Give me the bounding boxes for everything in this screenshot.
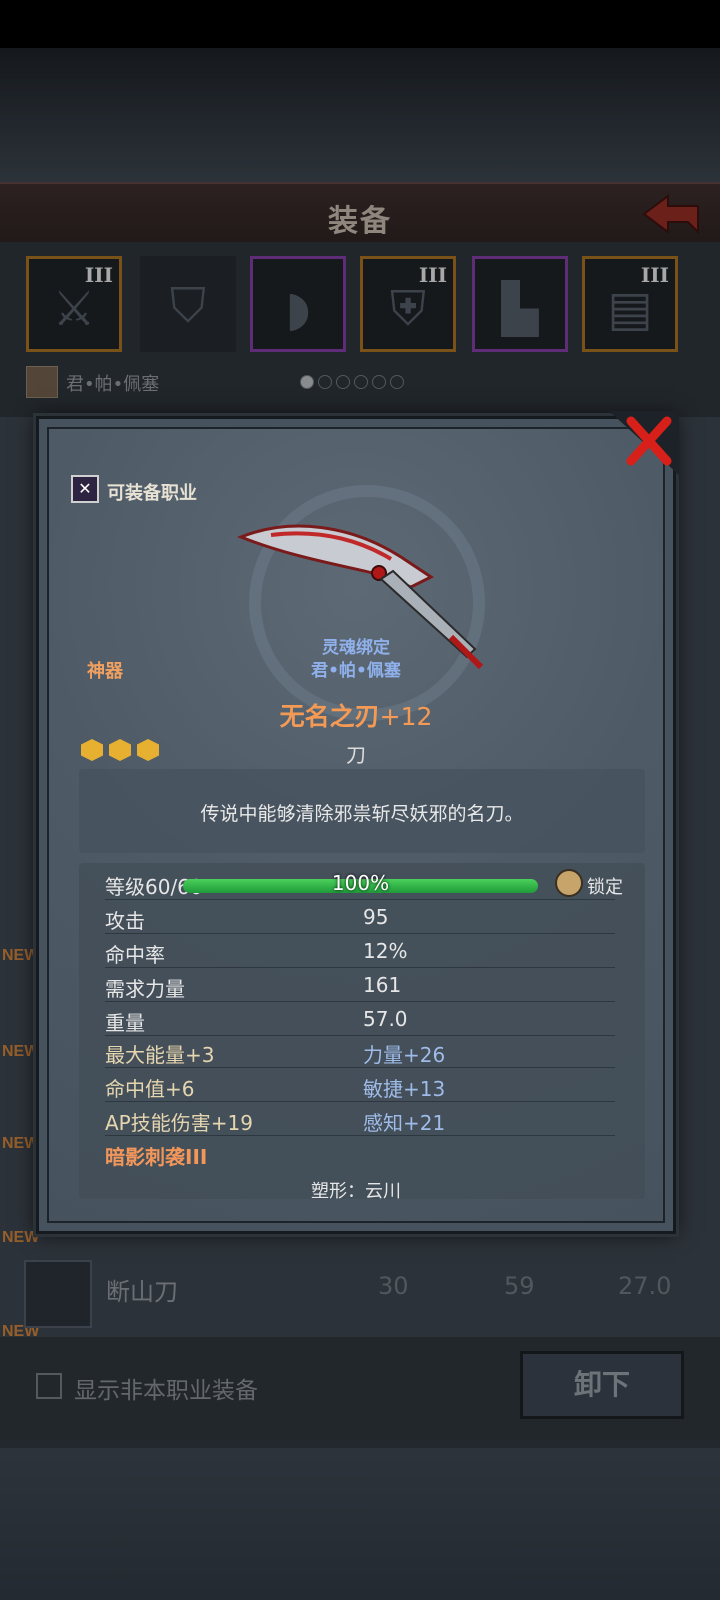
bonus-stat: AP技能伤害+19 — [105, 1111, 253, 1135]
class-label: 可装备职业 — [107, 483, 197, 504]
stat-label: 需求力量 — [105, 977, 185, 1001]
divider — [105, 1001, 615, 1002]
weapon-type: 刀 — [346, 743, 366, 767]
divider — [105, 967, 615, 968]
skill-name: 暗影刺袭III — [105, 1145, 208, 1169]
bonus-stat: 感知+21 — [363, 1111, 446, 1135]
divider — [105, 1035, 615, 1036]
bonus-stat: 力量+26 — [363, 1043, 446, 1067]
stat-value: 12% — [363, 939, 408, 963]
bound-character: 君•帕•佩塞 — [311, 661, 401, 681]
item-name: 无名之刃 — [279, 702, 380, 731]
soulbound-label: 灵魂绑定 — [322, 638, 390, 658]
class-icon[interactable]: ✕ — [71, 475, 99, 503]
stat-label: 攻击 — [105, 909, 145, 933]
description-box: 传说中能够清除邪祟斩尽妖邪的名刀。 — [79, 769, 645, 853]
lock-icon[interactable] — [555, 869, 583, 897]
description: 传说中能够清除邪祟斩尽妖邪的名刀。 — [200, 803, 524, 825]
popup-panel: ✕ 可装备职业 神器 灵魂绑定 君•帕•佩塞 无名之刃+12 刀 传说中能够清除… — [47, 427, 665, 1223]
background-bottom — [0, 1440, 720, 1600]
bonus-stat: 最大能量+3 — [105, 1043, 215, 1067]
item-enhance: +12 — [379, 702, 433, 731]
stat-value: 161 — [363, 973, 402, 997]
divider — [105, 1101, 615, 1102]
bonus-stat: 命中值+6 — [105, 1077, 195, 1101]
stat-value: 95 — [363, 905, 389, 929]
divider — [105, 1067, 615, 1068]
level-percent: 100% — [331, 871, 390, 895]
divider — [105, 1135, 615, 1136]
stat-value: 57.0 — [363, 1007, 408, 1031]
close-icon[interactable] — [609, 411, 679, 475]
soulbound-status: 灵魂绑定 君•帕•佩塞 — [49, 637, 663, 683]
lock-label[interactable]: 锁定 — [587, 873, 623, 899]
status-bar — [0, 0, 720, 48]
divider — [105, 933, 615, 934]
bonus-stat: 敏捷+13 — [363, 1077, 446, 1101]
divider — [105, 899, 615, 900]
stat-label: 命中率 — [105, 943, 165, 967]
reforge-label: 塑形：云川 — [311, 1181, 401, 1202]
stat-label: 重量 — [105, 1011, 145, 1035]
item-detail-popup: ✕ 可装备职业 神器 灵魂绑定 君•帕•佩塞 无名之刃+12 刀 传说中能够清除… — [36, 411, 679, 1234]
item-title: 无名之刃+12 — [49, 697, 663, 733]
